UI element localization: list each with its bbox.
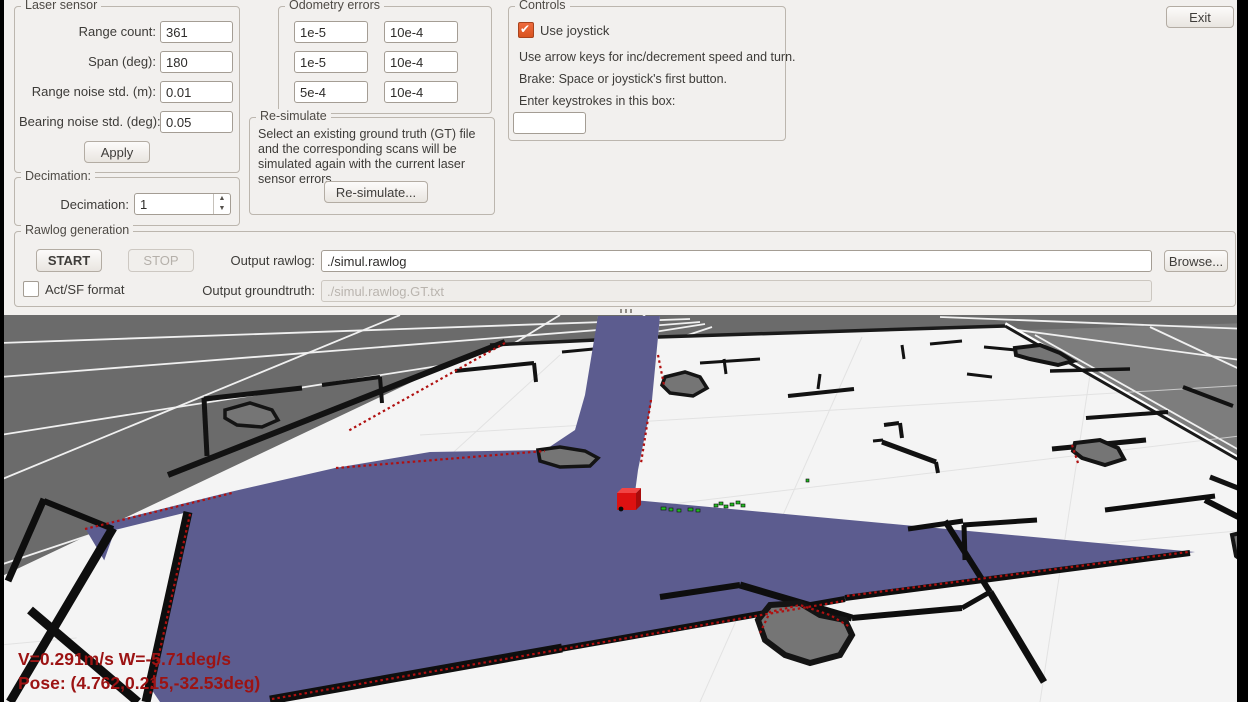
output-rawlog-label: Output rawlog: — [165, 253, 315, 268]
controls-group: Controls Use joystick Use arrow keys for… — [508, 6, 786, 141]
control-panel: Laser sensor Range count: Span (deg): Ra… — [4, 0, 1237, 315]
screen-edge-left — [0, 0, 4, 702]
controls-arrow-keys-text: Use arrow keys for inc/decrement speed a… — [519, 50, 796, 64]
apply-button[interactable]: Apply — [84, 141, 150, 163]
hud-pose-text: Pose: (4.762,0.215,-32.53deg) — [18, 673, 260, 693]
output-groundtruth-input[interactable] — [321, 280, 1152, 302]
odometry-xx-input[interactable] — [294, 21, 368, 43]
decimation-input[interactable] — [135, 194, 213, 214]
start-button[interactable]: START — [36, 249, 102, 272]
range-count-label: Range count: — [19, 24, 156, 39]
actsf-format-checkbox[interactable] — [23, 281, 39, 297]
exit-button[interactable]: Exit — [1166, 6, 1234, 28]
keystroke-input[interactable] — [513, 112, 586, 134]
decimation-title: Decimation: — [21, 169, 95, 183]
odometry-errors-group: Odometry errors — [278, 6, 492, 114]
splitter-grip[interactable] — [620, 309, 635, 313]
bearing-noise-label: Bearing noise std. (deg): — [19, 114, 156, 129]
range-count-input[interactable] — [160, 21, 233, 43]
hud-velocity-text: V=0.291m/s W=-5.71deg/s — [18, 649, 231, 669]
bearing-noise-input[interactable] — [160, 111, 233, 133]
odometry-xphi-input[interactable] — [384, 21, 458, 43]
output-rawlog-input[interactable] — [321, 250, 1152, 272]
controls-keystrokes-text: Enter keystrokes in this box: — [519, 94, 675, 108]
use-joystick-checkbox[interactable] — [518, 22, 534, 38]
rawlog-generation-title: Rawlog generation — [21, 223, 133, 237]
odometry-phix-input[interactable] — [294, 81, 368, 103]
spinner-arrows: ▲ ▼ — [213, 194, 230, 214]
span-label: Span (deg): — [19, 54, 156, 69]
span-input[interactable] — [160, 51, 233, 73]
decimation-spinner[interactable]: ▲ ▼ — [134, 193, 231, 215]
laser-sensor-title: Laser sensor — [21, 0, 101, 12]
decimation-group: Decimation: Decimation: ▲ ▼ — [14, 177, 240, 226]
odometry-phiphi-input[interactable] — [384, 81, 458, 103]
decimation-label: Decimation: — [19, 197, 129, 212]
odometry-errors-title: Odometry errors — [285, 0, 384, 12]
rawlog-generation-group: Rawlog generation START STOP Output rawl… — [14, 231, 1236, 307]
odometry-yphi-input[interactable] — [384, 51, 458, 73]
resimulate-button[interactable]: Re-simulate... — [324, 181, 428, 203]
screen-edge-right — [1237, 0, 1248, 702]
controls-title: Controls — [515, 0, 570, 12]
actsf-format-label: Act/SF format — [45, 282, 124, 297]
robot — [617, 488, 641, 511]
laser-sensor-group: Laser sensor Range count: Span (deg): Ra… — [14, 6, 240, 173]
controls-brake-text: Brake: Space or joystick's first button. — [519, 72, 727, 86]
odometry-yy-input[interactable] — [294, 51, 368, 73]
spinner-down-icon[interactable]: ▼ — [214, 204, 230, 214]
output-groundtruth-label: Output groundtruth: — [165, 283, 315, 298]
use-joystick-label: Use joystick — [540, 23, 609, 38]
resimulate-description: Select an existing ground truth (GT) fil… — [258, 127, 486, 187]
resimulate-group: Re-simulate Select an existing ground tr… — [249, 117, 495, 215]
range-noise-label: Range noise std. (m): — [19, 84, 156, 99]
range-noise-input[interactable] — [160, 81, 233, 103]
browse-button[interactable]: Browse... — [1164, 250, 1228, 272]
spinner-up-icon[interactable]: ▲ — [214, 194, 230, 204]
resimulate-title: Re-simulate — [256, 109, 331, 123]
simulation-3d-viewport[interactable]: V=0.291m/s W=-5.71deg/s Pose: (4.762,0.2… — [0, 315, 1248, 702]
